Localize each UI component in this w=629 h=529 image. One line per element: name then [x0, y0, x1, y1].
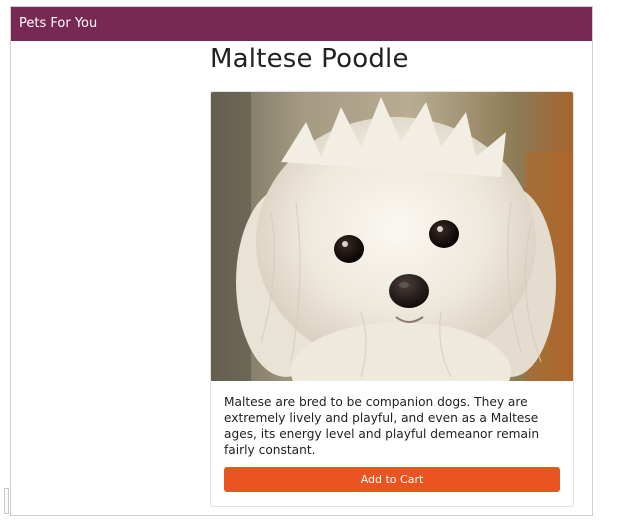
product-description: Maltese are bred to be companion dogs. T… — [224, 395, 540, 457]
scrollbar-stub — [4, 488, 9, 514]
product-photo — [211, 92, 573, 381]
product-title: Maltese Poodle — [210, 44, 409, 74]
navbar: Pets For You — [11, 7, 592, 41]
add-to-cart-button[interactable]: Add to Cart — [224, 467, 560, 492]
navbar-brand[interactable]: Pets For You — [19, 16, 97, 31]
browser-viewport: Pets For You Maltese Poodle Maltese are … — [10, 6, 593, 516]
product-card: Maltese are bred to be companion dogs. T… — [210, 91, 574, 507]
